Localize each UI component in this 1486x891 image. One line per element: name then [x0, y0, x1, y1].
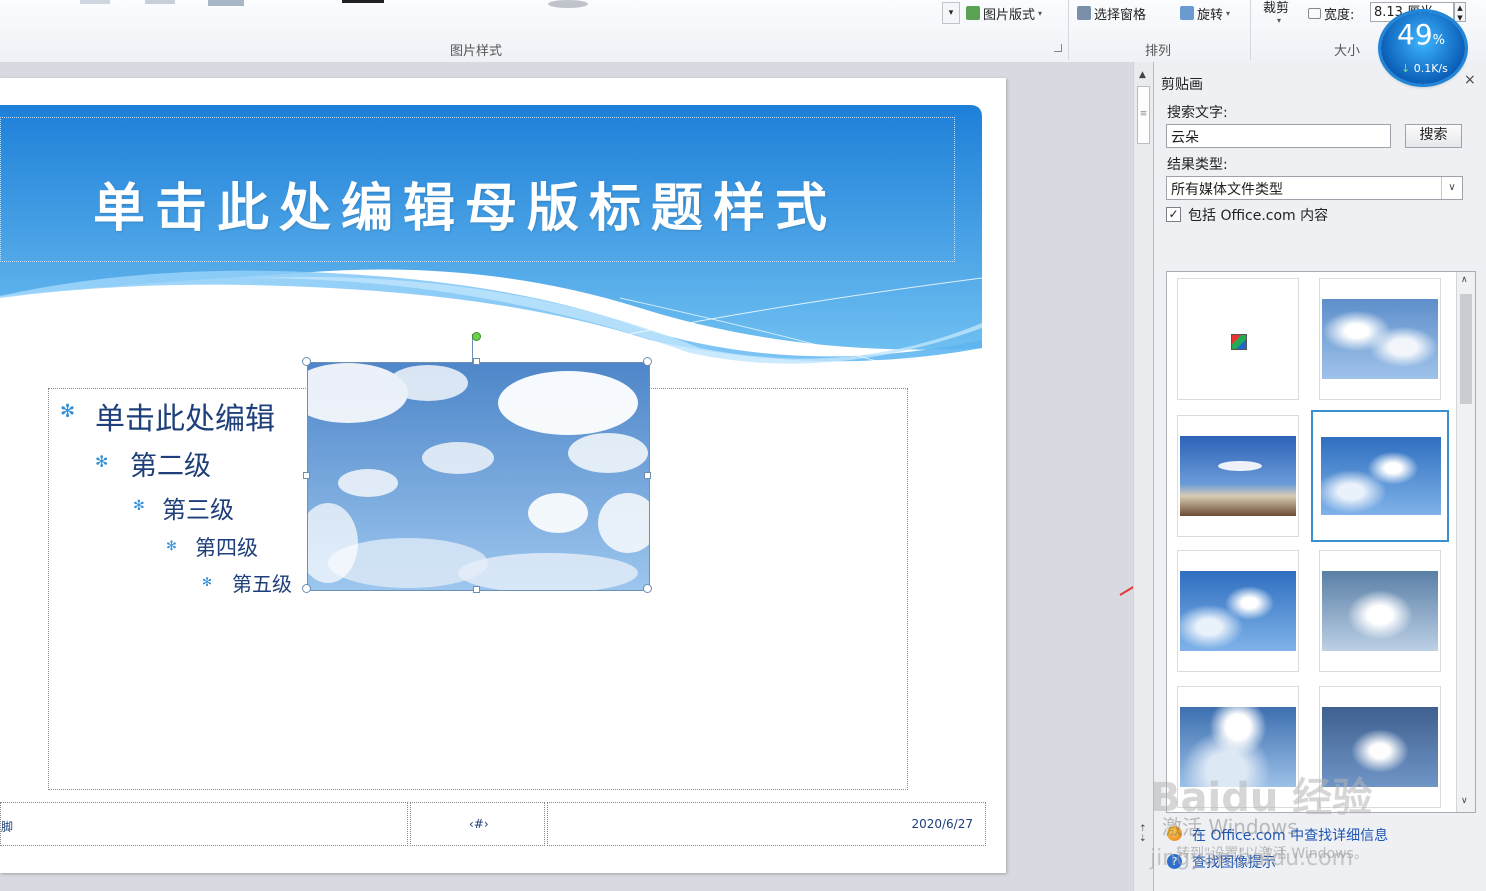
scroll-up-icon[interactable]: ▲ — [1139, 70, 1146, 80]
search-label: 搜索文字: — [1167, 105, 1228, 121]
results-scrollbar[interactable]: ∧ ∨ — [1456, 272, 1475, 812]
clipart-result-selected[interactable] — [1311, 410, 1449, 542]
rotate-button[interactable]: 旋转 ▾ — [1180, 3, 1230, 23]
level-4-text: 第四级 — [195, 536, 258, 560]
include-office-label: 包括 Office.com 内容 — [1188, 208, 1329, 224]
style-preview[interactable] — [548, 0, 588, 8]
scroll-down-icon[interactable]: ∨ — [1461, 796, 1468, 806]
level-5-text: 第五级 — [232, 572, 292, 596]
clipart-result[interactable] — [1319, 278, 1441, 400]
scroll-thumb[interactable]: ≡ — [1137, 86, 1150, 144]
style-preview[interactable] — [145, 0, 175, 4]
bullet-icon: ✻ — [166, 539, 177, 554]
inserted-sky-picture[interactable] — [307, 362, 650, 591]
group-label-arrange: 排列 — [1145, 44, 1172, 59]
level-1-text: 单击此处编辑 — [95, 402, 275, 437]
slide-number-placeholder[interactable]: ‹#› — [410, 802, 545, 846]
chevron-down-icon[interactable]: ∨ — [1441, 177, 1462, 199]
result-type-select[interactable]: 所有媒体文件类型 ∨ — [1166, 176, 1463, 200]
resize-handle[interactable] — [473, 358, 480, 365]
bullet-icon: ✻ — [133, 498, 145, 514]
level-2-text: 第二级 — [130, 451, 211, 482]
resize-handle[interactable] — [473, 586, 480, 593]
resize-handle[interactable] — [302, 357, 311, 366]
clipart-result[interactable] — [1319, 550, 1441, 672]
ribbon: ▾ 图片版式 ▾ 图片样式 选择窗格 旋转 ▾ 排列 裁剪 ▾ 宽度: 8.13 厘… — [0, 0, 1486, 64]
baidu-url-watermark: jingyan.baidu.com — [1150, 846, 1354, 871]
selection-pane-button[interactable]: 选择窗格 — [1077, 3, 1146, 23]
close-icon[interactable]: × — [1464, 72, 1476, 88]
rotate-icon — [1180, 6, 1194, 20]
search-button[interactable]: 搜索 — [1405, 124, 1462, 148]
picture-layout-button[interactable]: 图片版式 ▾ — [966, 3, 1042, 23]
chevron-down-icon: ▾ — [1226, 8, 1231, 18]
resize-handle[interactable] — [643, 357, 652, 366]
baidu-watermark: Baidu 经验 — [1150, 775, 1373, 821]
clipart-result[interactable] — [1177, 278, 1299, 400]
cloud-image — [308, 363, 649, 590]
resize-handle[interactable] — [302, 584, 311, 593]
group-label-picture-styles: 图片样式 — [450, 44, 503, 59]
bullet-icon: ✻ — [60, 401, 76, 422]
resize-handle[interactable] — [644, 472, 651, 479]
prev-slide-icon[interactable]: ⇡ ⇣ — [1139, 824, 1147, 844]
network-speed-widget[interactable]: 49% ↓ 0.1K/s — [1381, 12, 1465, 84]
chevron-down-icon: ▾ — [1038, 8, 1043, 18]
selection-pane-icon — [1077, 6, 1091, 20]
rotation-handle[interactable] — [472, 332, 481, 341]
style-preview[interactable] — [342, 0, 384, 3]
bullet-icon: ✻ — [95, 452, 109, 471]
slide-title: 单击此处编辑母版标题样式 — [93, 178, 838, 239]
include-office-checkbox[interactable]: ✓ — [1166, 207, 1181, 222]
style-preview[interactable] — [80, 0, 110, 4]
clipart-result[interactable] — [1177, 415, 1299, 537]
speed-percent: 49% — [1397, 18, 1445, 51]
clipart-result[interactable] — [1177, 550, 1299, 672]
gallery-more-button[interactable]: ▾ — [942, 2, 960, 24]
resize-handle[interactable] — [303, 472, 310, 479]
bullet-icon: ✻ — [202, 575, 213, 589]
speed-rate: ↓ 0.1K/s — [1401, 62, 1448, 75]
width-icon — [1308, 7, 1321, 19]
clipart-results: ∧ ∨ — [1166, 271, 1476, 813]
title-placeholder[interactable]: 单击此处编辑母版标题样式 — [0, 117, 955, 262]
style-preview[interactable] — [208, 0, 244, 6]
group-label-size: 大小 — [1334, 44, 1361, 59]
slide-master[interactable]: 单击此处编辑母版标题样式 ✻ 单击此处编辑 ✻ 第二级 ✻ 第三级 ✻ 第四级 … — [0, 78, 1006, 873]
scroll-up-icon[interactable]: ∧ — [1461, 275, 1468, 285]
pane-title: 剪贴画 — [1161, 77, 1203, 93]
chevron-down-icon: ▾ — [1277, 16, 1282, 25]
width-spinner[interactable]: ▲ ▼ — [1454, 2, 1466, 22]
resize-handle[interactable] — [643, 584, 652, 593]
search-input[interactable]: 云朵 — [1166, 124, 1391, 148]
download-arrow-icon: ↓ — [1401, 62, 1411, 75]
footer-placeholder[interactable]: 脚 — [0, 802, 408, 846]
broken-image-icon — [1231, 334, 1247, 350]
date-placeholder[interactable]: 2020/6/27 — [547, 802, 986, 846]
scroll-thumb[interactable] — [1460, 294, 1472, 404]
crop-button[interactable]: 裁剪 — [1263, 0, 1289, 16]
level-3-text: 第三级 — [162, 496, 234, 524]
width-control: 宽度: — [1308, 3, 1354, 23]
picture-layout-icon — [966, 6, 980, 20]
dialog-launcher-icon[interactable] — [1054, 44, 1062, 52]
result-type-label: 结果类型: — [1167, 157, 1228, 173]
